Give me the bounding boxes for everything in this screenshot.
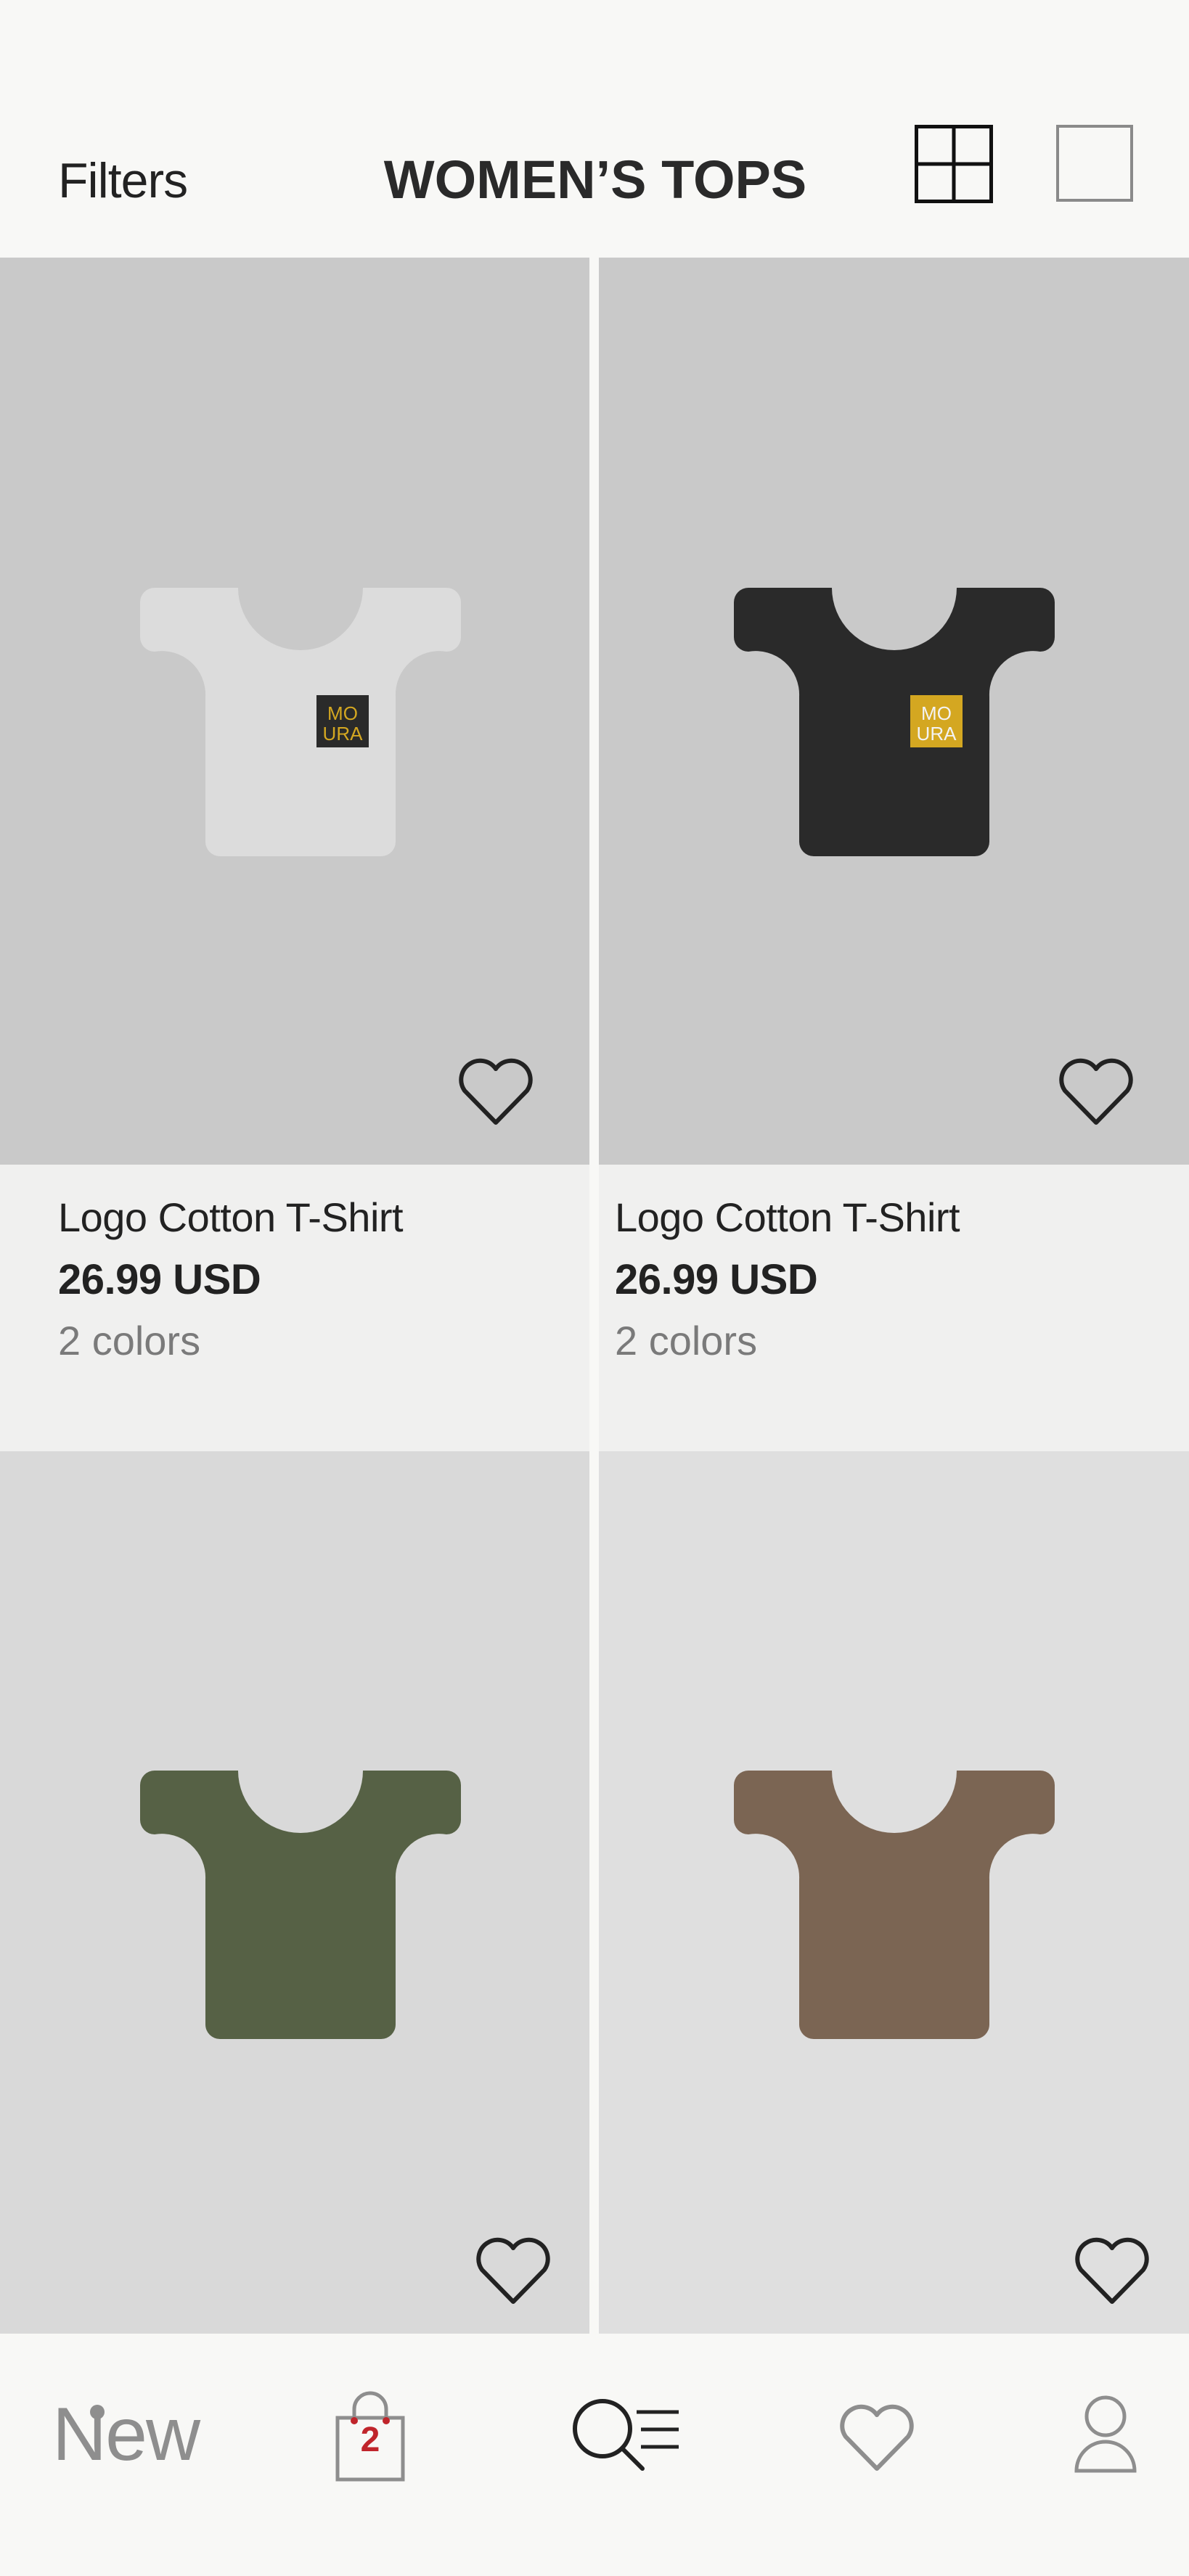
svg-text:MO: MO	[327, 702, 358, 724]
product-name[interactable]: Logo Cotton T-Shirt	[58, 1194, 404, 1241]
product-image[interactable]: MO URA	[599, 258, 1189, 1165]
product-colors: 2 colors	[58, 1318, 201, 1363]
product-image[interactable]: MO URA	[0, 258, 589, 1165]
new-dot-icon	[90, 2405, 105, 2419]
tab-new[interactable]: New	[52, 2392, 200, 2478]
filters-button[interactable]: Filters	[58, 152, 188, 209]
search-list-icon[interactable]	[570, 2396, 686, 2476]
product-card[interactable]: MO URA Logo Cotton T-Shirt 26.99 USD 2 c…	[599, 258, 1189, 1451]
product-card[interactable]	[599, 1451, 1189, 2334]
product-info: Logo Cotton T-Shirt 26.99 USD 2 colors	[0, 1165, 589, 1451]
heart-icon[interactable]	[1056, 1056, 1136, 1128]
svg-text:URA: URA	[917, 723, 957, 745]
header: Filters WOMEN’S TOPS	[0, 0, 1189, 258]
t-shirt-image: MO URA	[734, 588, 1055, 856]
product-card[interactable]	[0, 1451, 589, 2334]
product-image[interactable]	[599, 1451, 1189, 2334]
heart-icon[interactable]	[1072, 2235, 1152, 2308]
single-view-icon	[1056, 125, 1133, 202]
single-view-button[interactable]	[1056, 125, 1133, 202]
t-shirt-image	[140, 1771, 461, 2039]
heart-icon[interactable]	[836, 2402, 918, 2474]
product-colors: 2 colors	[615, 1318, 758, 1363]
heart-icon[interactable]	[456, 1056, 536, 1128]
product-price: 26.99 USD	[615, 1256, 818, 1303]
profile-icon[interactable]	[1073, 2395, 1138, 2474]
page-title: WOMEN’S TOPS	[383, 149, 807, 210]
product-name[interactable]: Logo Cotton T-Shirt	[615, 1194, 960, 1241]
svg-text:MO: MO	[921, 702, 952, 724]
svg-text:URA: URA	[323, 723, 364, 745]
product-image[interactable]	[0, 1451, 589, 2334]
grid-view-button[interactable]	[915, 125, 993, 203]
product-card[interactable]: MO URA Logo Cotton T-Shirt 26.99 USD 2 c…	[0, 258, 589, 1451]
product-price: 26.99 USD	[58, 1256, 261, 1303]
bag-count-badge: 2	[360, 2421, 380, 2459]
product-info: Logo Cotton T-Shirt 26.99 USD 2 colors	[599, 1165, 1189, 1451]
grid-view-icon	[915, 125, 993, 203]
heart-icon[interactable]	[473, 2235, 553, 2308]
t-shirt-image	[734, 1771, 1055, 2039]
t-shirt-image: MO URA	[140, 588, 461, 856]
